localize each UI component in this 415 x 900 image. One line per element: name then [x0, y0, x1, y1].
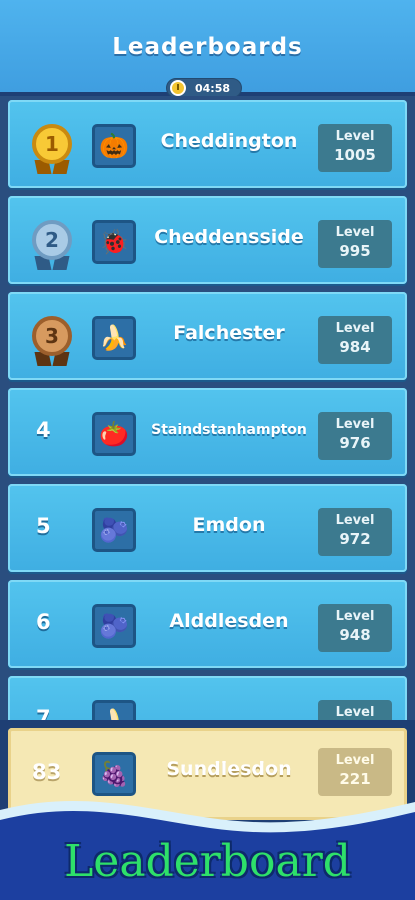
- rank-number: 7: [36, 706, 51, 720]
- player-name: Falchester: [173, 322, 285, 344]
- leaderboard-row[interactable]: 6 🫐 Alddlesden Level 948: [8, 580, 407, 668]
- level-value: 976: [339, 434, 371, 452]
- tomato-icon: 🍅: [92, 412, 136, 456]
- event-timer: 04:58: [166, 78, 242, 98]
- player-name: Sundlesdon: [166, 758, 292, 780]
- blueberry-icon: 🫐: [92, 508, 136, 552]
- player-name: Alddlesden: [169, 610, 289, 632]
- leaderboard-row[interactable]: 2 🐞 Cheddensside Level 995: [8, 196, 407, 284]
- level-box: Level 995: [318, 220, 392, 268]
- level-value: 972: [339, 530, 371, 548]
- level-label: Level: [335, 609, 375, 624]
- level-box: Level 1005: [318, 124, 392, 172]
- rank-number: 6: [36, 610, 51, 634]
- clock-icon: [170, 80, 186, 96]
- player-rank: 83: [32, 760, 62, 784]
- leaderboard-row[interactable]: 1 🎃 Cheddington Level 1005: [8, 100, 407, 188]
- level-value: 948: [339, 626, 371, 644]
- player-level-box: Level 221: [318, 748, 392, 796]
- page-title: Leaderboards: [112, 34, 303, 60]
- rank-number: 4: [36, 418, 51, 442]
- leaderboard-row[interactable]: 7 🍌 Level: [8, 676, 407, 720]
- banana-icon: 🍌: [92, 700, 136, 720]
- level-label: Level: [335, 417, 375, 432]
- level-label: Level: [335, 705, 375, 720]
- banana-icon: 🍌: [92, 316, 136, 360]
- level-box: Level 984: [318, 316, 392, 364]
- level-value: 984: [339, 338, 371, 356]
- leaderboard-list[interactable]: 1 🎃 Cheddington Level 1005 2 🐞 Cheddensside Leve…: [0, 96, 415, 720]
- level-box: Level 948: [318, 604, 392, 652]
- rank-number: 5: [36, 514, 51, 538]
- level-label: Level: [335, 129, 375, 144]
- medal-rank: 2: [32, 220, 72, 260]
- player-name: Emdon: [192, 514, 266, 536]
- player-name: Cheddensside: [154, 226, 304, 248]
- level-box: Level 972: [318, 508, 392, 556]
- bronze-medal-icon: 3: [28, 314, 76, 366]
- level-value: 995: [339, 242, 371, 260]
- gold-medal-icon: 1: [28, 122, 76, 174]
- level-box: Level 976: [318, 412, 392, 460]
- level-label: Level: [335, 753, 375, 768]
- leaderboard-row[interactable]: 3 🍌 Falchester Level 984: [8, 292, 407, 380]
- medal-rank: 1: [32, 124, 72, 164]
- silver-medal-icon: 2: [28, 218, 76, 270]
- player-name: Cheddington: [160, 130, 298, 152]
- footer-caption: Leaderboard: [64, 836, 351, 887]
- pumpkin-icon: 🎃: [92, 124, 136, 168]
- level-label: Level: [335, 513, 375, 528]
- level-label: Level: [335, 321, 375, 336]
- level-box: Level: [318, 700, 392, 720]
- ladybug-icon: 🐞: [92, 220, 136, 264]
- timer-text: 04:58: [195, 82, 231, 95]
- blueberry-icon: 🫐: [92, 604, 136, 648]
- player-name: Staindstanhampton: [151, 422, 307, 438]
- medal-rank: 3: [32, 316, 72, 356]
- level-label: Level: [335, 225, 375, 240]
- leaderboard-row[interactable]: 5 🫐 Emdon Level 972: [8, 484, 407, 572]
- player-level-value: 221: [339, 770, 371, 788]
- level-value: 1005: [334, 146, 376, 164]
- leaderboard-row[interactable]: 4 🍅 Staindstanhampton Level 976: [8, 388, 407, 476]
